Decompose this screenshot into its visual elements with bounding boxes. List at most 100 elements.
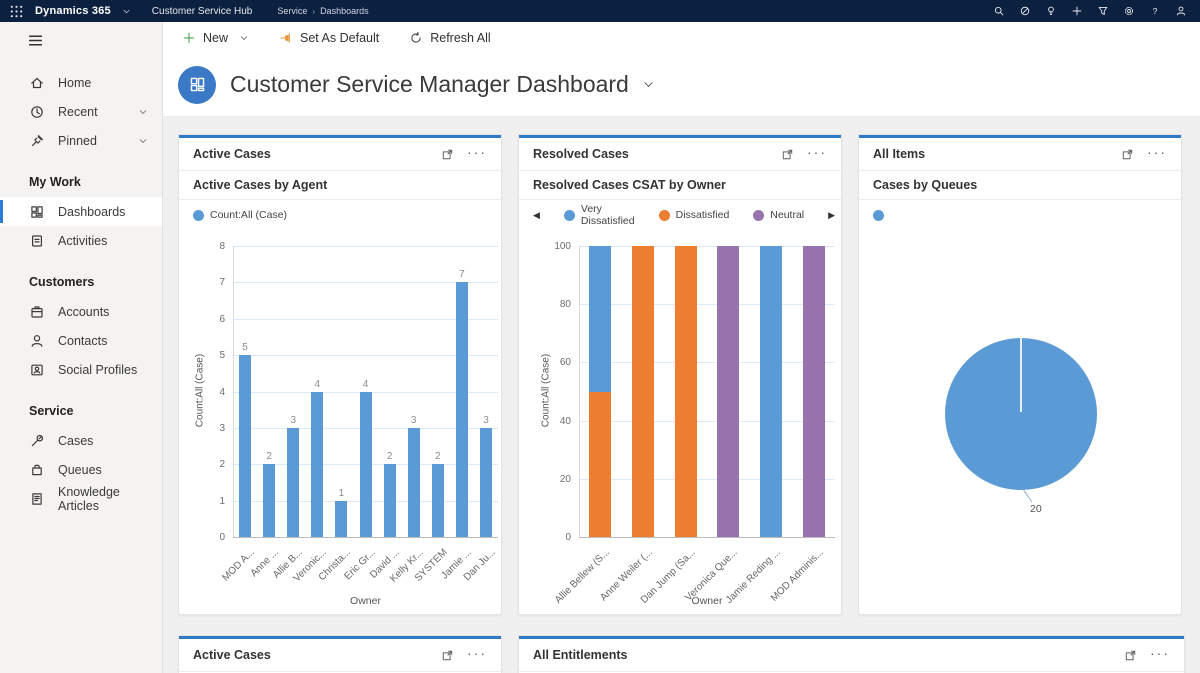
legend-item[interactable]: Count:All (Case) [193,209,287,221]
sidebar-item-queues[interactable]: Queues [0,455,162,484]
set-as-default-button[interactable]: Set As Default [279,31,379,45]
legend-item[interactable]: Neutral [753,209,804,221]
legend-label: Very Dissatisfied [581,203,635,227]
help-icon[interactable]: ? [1142,0,1168,22]
sidebar-item-label: Contacts [58,334,107,348]
compass-icon[interactable] [1012,0,1038,22]
sidebar-item-label: Recent [58,105,98,119]
more-icon[interactable]: ··· [467,147,487,161]
sidebar-section-my-work: My Work [29,175,162,189]
account-icon[interactable] [1168,0,1194,22]
hamburger-menu-icon[interactable] [0,22,162,56]
bar-segment[interactable] [803,246,825,537]
legend-next-icon[interactable]: ▶ [828,210,835,221]
legend-item[interactable]: Very Dissatisfied [564,203,635,227]
bar[interactable] [432,464,444,537]
settings-icon[interactable] [1116,0,1142,22]
enlarge-icon[interactable] [1124,649,1137,662]
bar[interactable] [263,464,275,537]
cases-icon [29,433,45,449]
sidebar-item-pinned[interactable]: Pinned [0,126,162,155]
bar[interactable] [384,464,396,537]
bar[interactable] [456,282,468,537]
bar[interactable] [239,355,251,537]
sidebar-nav: Home Recent Pinned My Work DashboardsActivit… [0,22,163,673]
app-name-label[interactable]: Customer Service Hub [152,6,253,17]
sidebar-item-accounts[interactable]: Accounts [0,297,162,326]
breadcrumb-service[interactable]: Service [277,6,307,16]
sidebar-item-dashboards[interactable]: Dashboards [0,197,162,226]
page-title: Customer Service Manager Dashboard [230,71,629,98]
more-icon[interactable]: ··· [1150,648,1170,662]
stacked-bar[interactable] [675,246,697,537]
legend-item[interactable] [873,210,884,221]
waffle-icon[interactable] [9,4,24,19]
bar-segment[interactable] [760,246,782,537]
sidebar-item-home[interactable]: Home [0,68,162,97]
chevron-down-icon [138,107,148,117]
bar[interactable] [311,392,323,538]
legend-dot-icon [659,210,670,221]
legend-label: Count:All (Case) [210,209,287,221]
more-icon[interactable]: ··· [467,648,487,662]
refresh-icon [409,31,423,45]
y-axis-label: Count:All (Case) [541,280,552,500]
legend-label: Dissatisfied [676,209,730,221]
stacked-bar[interactable] [632,246,654,537]
bar[interactable] [360,392,372,538]
clock-icon [29,104,45,120]
sidebar-item-cases[interactable]: Cases [0,426,162,455]
bar-segment[interactable] [589,392,611,538]
dashboard-icon [178,66,216,104]
dashboard-icon [29,204,45,220]
sidebar-item-contacts[interactable]: Contacts [0,326,162,355]
bar[interactable] [408,428,420,537]
sidebar-item-knowledge-articles[interactable]: Knowledge Articles [0,484,162,513]
enlarge-icon[interactable] [1121,148,1134,161]
enlarge-icon[interactable] [441,649,454,662]
chevron-down-icon[interactable] [122,7,131,16]
filter-icon[interactable] [1090,0,1116,22]
pie-callout-line [1023,489,1032,502]
bar[interactable] [287,428,299,537]
refresh-all-button[interactable]: Refresh All [409,31,490,45]
chart-legend: ◀ Very Dissatisfied Dissatisfied Neutral ▶ [519,200,841,230]
legend-label: Neutral [770,209,804,221]
legend-dot-icon [873,210,884,221]
enlarge-icon[interactable] [781,148,794,161]
lightbulb-icon[interactable] [1038,0,1064,22]
enlarge-icon[interactable] [441,148,454,161]
sidebar-item-label: Social Profiles [58,363,137,377]
bar-segment[interactable] [717,246,739,537]
bar[interactable] [480,428,492,537]
chart-legend: Count:All (Case) [179,200,501,230]
bar-segment[interactable] [675,246,697,537]
brand-label[interactable]: Dynamics 365 [35,5,111,17]
add-icon[interactable] [1064,0,1090,22]
more-icon[interactable]: ··· [807,147,827,161]
legend-prev-icon[interactable]: ◀ [533,210,540,221]
stacked-bar[interactable] [760,246,782,537]
bar-value-label: 2 [435,451,441,462]
sidebar-item-activities[interactable]: Activities [0,226,162,255]
sidebar-item-recent[interactable]: Recent [0,97,162,126]
bar[interactable] [335,501,347,537]
search-icon[interactable] [986,0,1012,22]
more-icon[interactable]: ··· [1147,147,1167,161]
legend-item[interactable]: Dissatisfied [659,209,730,221]
stacked-bar[interactable] [717,246,739,537]
new-button[interactable]: New [182,31,249,45]
topbar-icons: ? [986,0,1200,22]
chevron-down-icon[interactable] [642,78,655,91]
page-title-bar: Customer Service Manager Dashboard [163,53,1200,117]
bar-segment[interactable] [632,246,654,537]
bar-segment[interactable] [589,246,611,392]
stacked-bar[interactable] [803,246,825,537]
bar-value-label: 2 [387,451,393,462]
stacked-bar[interactable] [589,246,611,537]
bar-value-label: 4 [363,379,369,390]
chart-title: Cases by Queues [859,171,1181,200]
breadcrumb-dashboards[interactable]: Dashboards [320,6,369,16]
x-axis-title: Owner [579,595,835,607]
sidebar-item-social-profiles[interactable]: Social Profiles [0,355,162,384]
